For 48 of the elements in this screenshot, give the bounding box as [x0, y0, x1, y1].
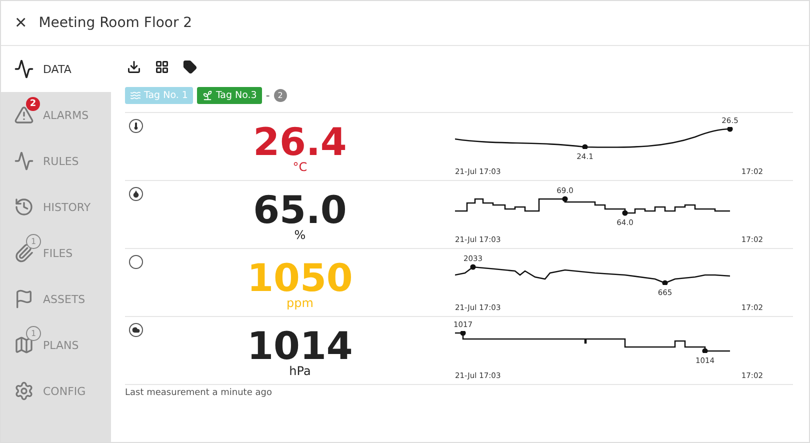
sprout-icon [202, 90, 213, 100]
reading-value: 1014 [247, 327, 353, 365]
sidebar-item[interactable]: DATA [1, 46, 111, 92]
separator-dash: - [266, 88, 270, 102]
temperature-icon [129, 119, 143, 133]
plans-icon [14, 335, 34, 355]
alarm-badge: 2 [26, 97, 40, 111]
reading-unit: hPa [289, 365, 311, 378]
sidebar-item[interactable]: 1 PLANS [1, 322, 111, 368]
sidebar-item[interactable]: 2 ALARMS [1, 92, 111, 138]
sidebar-label: FILES [43, 246, 73, 260]
pressure-icon [129, 323, 143, 337]
config-icon [14, 381, 34, 401]
sidebar-label: ASSETS [43, 292, 86, 306]
waves-icon [130, 90, 141, 100]
reading-unit: °C [292, 161, 308, 174]
sidebar-label: HISTORY [43, 200, 91, 214]
count-badge: 1 [26, 234, 41, 249]
more-tags-count[interactable]: 2 [274, 88, 287, 102]
sidebar-item[interactable]: CONFIG [1, 368, 111, 414]
sidebar-label: ALARMS [43, 108, 89, 122]
tag-chip[interactable]: Tag No.3 [196, 86, 262, 104]
reading-value: 26.4 [253, 123, 347, 161]
assets-icon [14, 289, 34, 309]
sidebar-item[interactable]: RULES [1, 138, 111, 184]
close-button[interactable]: × [15, 13, 27, 33]
sidebar-label: RULES [43, 154, 79, 168]
tag-chip[interactable]: Tag No. 1 [125, 86, 193, 104]
alarms-icon [14, 105, 34, 125]
sidebar-label: DATA [43, 62, 72, 76]
reading-value: 65.0 [253, 191, 347, 229]
sidebar-label: CONFIG [43, 384, 86, 398]
sidebar-item[interactable]: HISTORY [1, 184, 111, 230]
sidebar-item[interactable]: 1 FILES [1, 230, 111, 276]
sidebar-label: PLANS [43, 338, 79, 352]
window-title: Meeting Room Floor 2 [38, 15, 192, 31]
sidebar-item[interactable]: ASSETS [1, 276, 111, 322]
tag-icon[interactable] [183, 60, 197, 74]
history-icon [14, 197, 34, 217]
reading-unit: % [294, 229, 306, 242]
download-icon[interactable] [127, 60, 141, 74]
last-measurement-text: Last measurement a minute ago [125, 388, 272, 398]
files-icon [14, 243, 34, 263]
reading-value: 1050 [247, 259, 353, 297]
count-badge: 1 [26, 326, 41, 341]
add-widget-icon[interactable] [155, 60, 169, 74]
humidity-icon [129, 187, 143, 201]
reading-unit: ppm [286, 297, 314, 310]
